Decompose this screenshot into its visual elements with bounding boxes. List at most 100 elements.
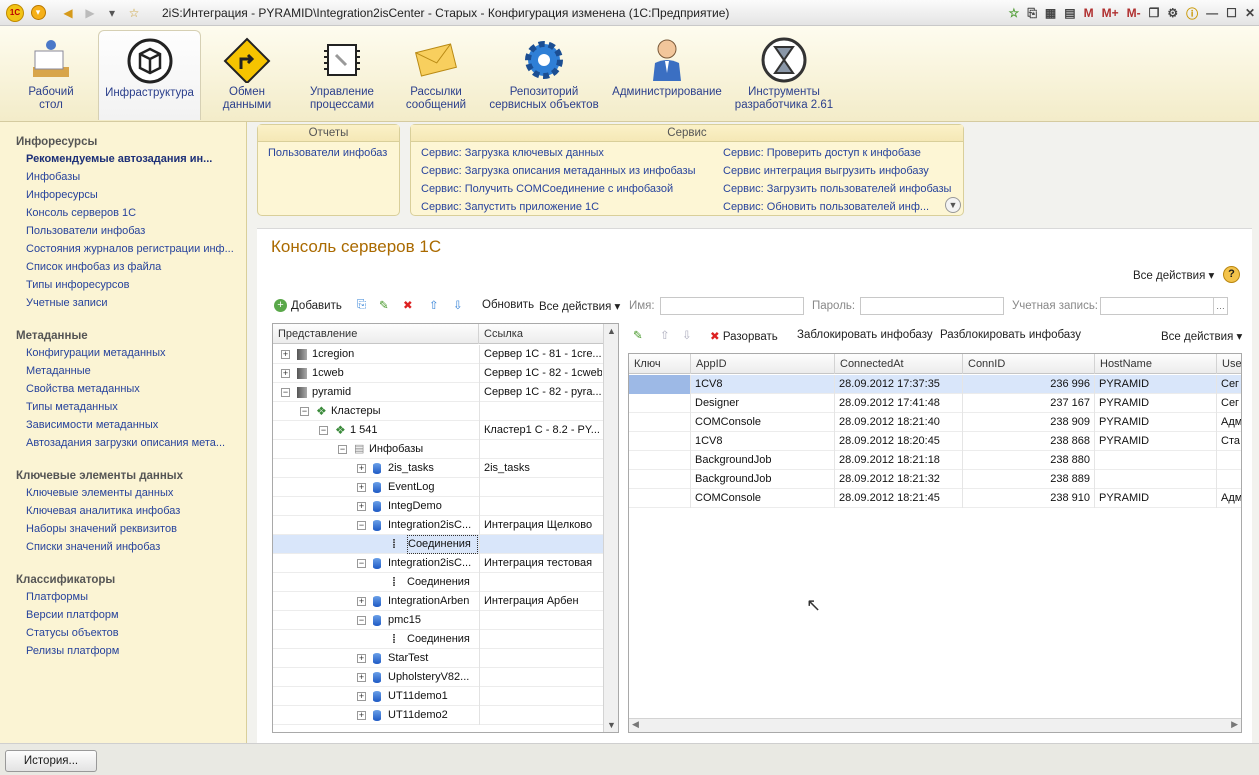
nav-item[interactable]: Автозадания загрузки описания мета... bbox=[26, 437, 238, 450]
connection-row[interactable]: BackgroundJob 28.09.2012 18:21:18 238 880 bbox=[629, 451, 1241, 470]
tree-row[interactable]: − ▤ Инфобазы bbox=[273, 440, 604, 459]
app-logo-icon[interactable]: 1С bbox=[6, 3, 24, 22]
account-select-icon[interactable]: … bbox=[1213, 298, 1227, 314]
service-link[interactable]: Сервис: Обновить пользователей инф... bbox=[723, 201, 929, 213]
nav-item[interactable]: Инфобазы bbox=[26, 171, 238, 184]
calculator-icon[interactable]: ▦ bbox=[1045, 6, 1056, 20]
nav-item[interactable]: Пользователи инфобаз bbox=[26, 225, 238, 238]
forward-icon[interactable]: ▶ bbox=[82, 5, 98, 21]
conn-down-icon[interactable]: ⇩ bbox=[682, 328, 692, 342]
expand-chevron-icon[interactable]: ▼ bbox=[945, 197, 961, 213]
nav-item[interactable]: Статусы объектов bbox=[26, 627, 238, 640]
column-header[interactable]: Представление bbox=[273, 324, 479, 344]
connections-hscrollbar[interactable]: ◀ ▶ bbox=[629, 718, 1241, 732]
calendar-icon[interactable]: ▤ bbox=[1064, 6, 1075, 20]
service-link[interactable]: Сервис интеграция выгрузить инфобазу bbox=[723, 165, 929, 177]
collapse-icon[interactable]: − bbox=[300, 407, 309, 416]
nav-item[interactable]: Учетные записи bbox=[26, 297, 238, 310]
nav-item[interactable]: Зависимости метаданных bbox=[26, 419, 238, 432]
nav-item[interactable]: Инфоресурсы bbox=[26, 189, 238, 202]
tree-row[interactable]: ⁞ Соединения bbox=[273, 573, 604, 592]
collapse-icon[interactable]: − bbox=[357, 616, 366, 625]
connection-row[interactable]: BackgroundJob 28.09.2012 18:21:32 238 889 bbox=[629, 470, 1241, 489]
memory-m-button[interactable]: M bbox=[1084, 6, 1094, 20]
unblock-infobase-button[interactable]: Разблокировать инфобазу bbox=[940, 329, 1081, 341]
password-input[interactable] bbox=[860, 297, 1004, 315]
add-favorite-icon[interactable]: ☆ bbox=[1009, 6, 1020, 20]
info-icon[interactable]: ⓘ bbox=[1186, 5, 1198, 22]
section-desktop[interactable]: Рабочий стол bbox=[12, 30, 90, 120]
nav-item[interactable]: Метаданные bbox=[26, 365, 238, 378]
nav-item[interactable]: Версии платформ bbox=[26, 609, 238, 622]
menu-dropdown-icon[interactable]: ▾ bbox=[30, 5, 46, 21]
name-input[interactable] bbox=[660, 297, 804, 315]
nav-item[interactable]: Ключевая аналитика инфобаз bbox=[26, 505, 238, 518]
nav-item[interactable]: Релизы платформ bbox=[26, 645, 238, 658]
service-link[interactable]: Сервис: Загрузить пользователей инфобазы bbox=[723, 183, 951, 195]
all-actions-menu[interactable]: Все действия ▾ bbox=[1133, 268, 1214, 282]
move-down-icon[interactable]: ⇩ bbox=[453, 298, 463, 312]
tree-row[interactable]: − pmc15 bbox=[273, 611, 604, 630]
tree-row[interactable]: +1cweb Сервер 1С - 82 - 1cweb bbox=[273, 364, 604, 383]
nav-item[interactable]: Рекомендуемые автозадания ин... bbox=[26, 153, 238, 166]
nav-item[interactable]: Состояния журналов регистрации инф... bbox=[26, 243, 238, 256]
expand-icon[interactable]: + bbox=[281, 369, 290, 378]
column-header[interactable]: Use bbox=[1217, 354, 1241, 374]
history-button[interactable]: История... bbox=[5, 750, 97, 772]
move-up-icon[interactable]: ⇧ bbox=[429, 298, 439, 312]
windows-icon[interactable]: ❐ bbox=[1149, 6, 1160, 20]
section-exchange[interactable]: Обмен данными bbox=[212, 30, 282, 120]
column-header[interactable]: ConnectedAt bbox=[835, 354, 963, 374]
back-icon[interactable]: ◀ bbox=[60, 5, 76, 21]
expand-icon[interactable]: + bbox=[357, 597, 366, 606]
close-button[interactable]: ✕ bbox=[1245, 6, 1255, 20]
column-header[interactable]: HostName bbox=[1095, 354, 1217, 374]
service-link[interactable]: Сервис: Получить COMСоединение с инфобаз… bbox=[421, 183, 673, 195]
tree-row[interactable]: +2is_tasks 2is_tasks bbox=[273, 459, 604, 478]
section-infrastructure[interactable]: Инфраструктура bbox=[98, 30, 201, 120]
service-link[interactable]: Сервис: Загрузка описания метаданных из … bbox=[421, 165, 696, 177]
delete-icon[interactable]: ✖ bbox=[403, 298, 413, 312]
conn-all-actions-menu[interactable]: Все действия ▾ bbox=[1161, 329, 1242, 343]
history-dropdown-icon[interactable]: ▾ bbox=[104, 5, 120, 21]
help-icon[interactable]: ? bbox=[1223, 266, 1240, 283]
tree-row[interactable]: + IntegrationArben Интеграция Арбен bbox=[273, 592, 604, 611]
expand-icon[interactable]: + bbox=[357, 673, 366, 682]
nav-item[interactable]: Типы метаданных bbox=[26, 401, 238, 414]
connection-row[interactable]: 1CV8 28.09.2012 17:37:35 236 996 PYRAMID Сег bbox=[629, 375, 1241, 394]
nav-item[interactable]: Свойства метаданных bbox=[26, 383, 238, 396]
section-repository[interactable]: Репозиторий сервисных объектов bbox=[486, 30, 602, 120]
disconnect-button[interactable]: ✖ Разорвать bbox=[710, 329, 778, 343]
tree-row[interactable]: + UT11demo2 bbox=[273, 706, 604, 725]
expand-icon[interactable]: + bbox=[357, 711, 366, 720]
settings-icon[interactable]: ⚙ bbox=[1167, 6, 1178, 20]
nav-item[interactable]: Платформы bbox=[26, 591, 238, 604]
column-header[interactable]: ConnID bbox=[963, 354, 1095, 374]
edit-icon[interactable]: ✎ bbox=[379, 298, 389, 312]
section-dev-tools[interactable]: Инструменты разработчика 2.61 bbox=[732, 30, 836, 120]
nav-item[interactable]: Конфигурации метаданных bbox=[26, 347, 238, 360]
connection-row[interactable]: COMConsole 28.09.2012 18:21:40 238 909 PYRA… bbox=[629, 413, 1241, 432]
connection-row[interactable]: COMConsole 28.09.2012 18:21:45 238 910 PYRA… bbox=[629, 489, 1241, 508]
tree-row[interactable]: − Integration2isC... Интеграция Щелково bbox=[273, 516, 604, 535]
tree-row[interactable]: + UpholsteryV82... bbox=[273, 668, 604, 687]
minimize-button[interactable]: — bbox=[1206, 6, 1218, 20]
nav-item[interactable]: Список инфобаз из файла bbox=[26, 261, 238, 274]
column-header[interactable]: Ссылка bbox=[479, 324, 604, 344]
nav-item[interactable]: Наборы значений реквизитов bbox=[26, 523, 238, 536]
tree-row[interactable]: + UT11demo1 bbox=[273, 687, 604, 706]
nav-item[interactable]: Ключевые элементы данных bbox=[26, 487, 238, 500]
expand-icon[interactable]: + bbox=[357, 464, 366, 473]
tree-row[interactable]: − pyramid Сервер 1С - 82 - pyra... bbox=[273, 383, 604, 402]
tree-row[interactable]: − ❖ 1 541 Кластер1 С - 8.2 - PY... bbox=[273, 421, 604, 440]
link-icon[interactable]: ⎘ bbox=[1027, 6, 1037, 21]
conn-up-icon[interactable]: ⇧ bbox=[660, 328, 670, 342]
nav-item[interactable]: Списки значений инфобаз bbox=[26, 541, 238, 554]
column-header[interactable]: Ключ bbox=[629, 354, 691, 374]
refresh-button[interactable]: Обновить bbox=[482, 299, 534, 311]
maximize-button[interactable]: ☐ bbox=[1226, 6, 1237, 20]
copy-icon[interactable]: ⎘ bbox=[357, 299, 366, 312]
section-administration[interactable]: Администрирование bbox=[612, 30, 722, 120]
nav-item[interactable]: Типы инфоресурсов bbox=[26, 279, 238, 292]
collapse-icon[interactable]: − bbox=[357, 521, 366, 530]
